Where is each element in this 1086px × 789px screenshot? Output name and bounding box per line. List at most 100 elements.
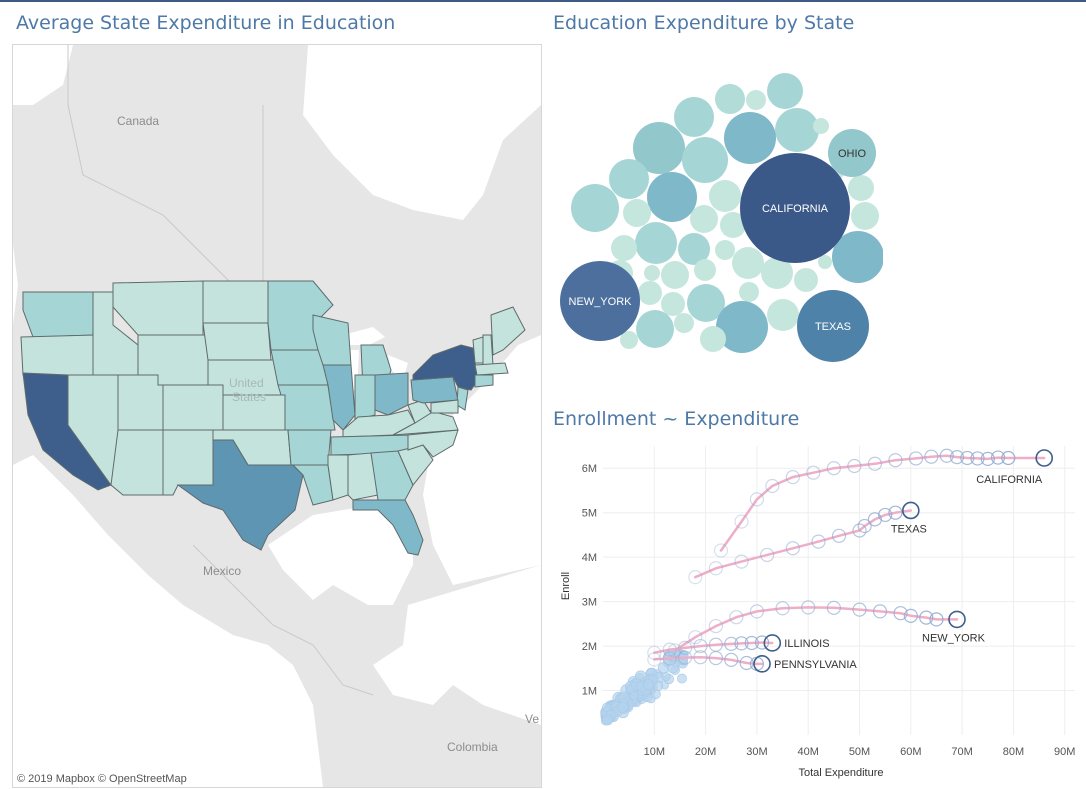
- state-year-point[interactable]: [677, 673, 687, 684]
- y-tick-label: 6M: [582, 463, 597, 475]
- state-bubble[interactable]: [674, 313, 694, 333]
- state-year-point[interactable]: [666, 661, 679, 674]
- state-bubble[interactable]: [746, 90, 766, 110]
- state-utah[interactable]: [117, 374, 164, 431]
- chart-grid: [603, 446, 1075, 735]
- state-arizona[interactable]: [110, 429, 164, 496]
- bubble-chart-title: Education Expenditure by State: [553, 12, 855, 34]
- x-axis-title: Total Expenditure: [799, 767, 884, 779]
- trend-line: [719, 454, 1046, 552]
- label-mexico: Mexico: [203, 564, 241, 578]
- x-tick-label: 50M: [849, 746, 870, 758]
- state-bubble[interactable]: [700, 326, 726, 352]
- state-bubble[interactable]: [690, 205, 718, 233]
- state-bubble[interactable]: [709, 180, 741, 212]
- state-bubble[interactable]: [674, 97, 714, 137]
- scatter-chart[interactable]: 10M 20M 30M 40M 50M 60M 70M 80M 90M 1M 2M 3M 4M 5M 6M…: [553, 440, 1083, 785]
- bubble-chart[interactable]: CALIFORNIA NEW_YORK TEXAS OHIO: [553, 60, 883, 370]
- state-pennsylvania[interactable]: [410, 376, 459, 404]
- series-label-illinois: ILLINOIS: [784, 638, 829, 650]
- state-bubble[interactable]: [635, 222, 677, 264]
- state-oregon[interactable]: [20, 334, 96, 376]
- state-bubble[interactable]: [571, 184, 619, 232]
- state-south-dakota[interactable]: [202, 322, 272, 361]
- state-year-point[interactable]: [643, 679, 655, 690]
- state-bubble[interactable]: [851, 202, 879, 230]
- state-bubble[interactable]: [636, 310, 674, 348]
- x-tick-label: 40M: [798, 746, 819, 758]
- state-bubble[interactable]: [813, 118, 829, 134]
- state-bubble[interactable]: [775, 108, 819, 152]
- label-colombia: Colombia: [447, 740, 498, 754]
- low-spend-cluster: [600, 648, 689, 726]
- state-connecticut[interactable]: [474, 374, 494, 388]
- ohio-label: OHIO: [838, 148, 867, 160]
- state-bubble[interactable]: [638, 281, 662, 305]
- state-colorado[interactable]: [162, 384, 224, 431]
- state-arkansas[interactable]: [287, 429, 332, 466]
- map-canvas: Canada United States Mexico Colombia Ve: [13, 45, 541, 787]
- new-york-label: NEW_YORK: [569, 296, 633, 308]
- y-axis: 1M 2M 3M 4M 5M 6M: [582, 463, 597, 697]
- state-bubble[interactable]: [644, 265, 660, 281]
- series-label-new-york: NEW_YORK: [922, 632, 986, 644]
- map-title: Average State Expenditure in Education: [16, 12, 396, 34]
- label-venezuela-partial: Ve: [525, 712, 539, 726]
- state-vermont[interactable]: [472, 336, 484, 364]
- label-canada: Canada: [117, 114, 159, 128]
- y-tick-label: 3M: [582, 597, 597, 609]
- state-bubble[interactable]: [715, 84, 745, 114]
- state-bubble[interactable]: [767, 73, 803, 109]
- bubble-texas[interactable]: TEXAS: [797, 290, 869, 362]
- state-washington[interactable]: [22, 291, 96, 338]
- bubble-california[interactable]: CALIFORNIA: [740, 153, 850, 263]
- state-bubble[interactable]: [739, 282, 759, 302]
- label-united-states-2: States: [232, 390, 266, 404]
- state-bubble[interactable]: [609, 159, 649, 199]
- y-tick-label: 4M: [582, 552, 597, 564]
- series-label-texas: TEXAS: [891, 523, 927, 535]
- series-label-pennsylvania: PENNSYLVANIA: [774, 659, 857, 671]
- state-north-dakota[interactable]: [202, 280, 269, 324]
- state-bubble[interactable]: [724, 112, 776, 164]
- state-year-point[interactable]: [617, 701, 629, 713]
- x-tick-label: 60M: [900, 746, 921, 758]
- state-year-point[interactable]: [629, 690, 639, 701]
- state-bubble[interactable]: [794, 268, 818, 292]
- state-bubble[interactable]: [767, 299, 799, 331]
- state-year-point[interactable]: [650, 689, 661, 700]
- state-bubble[interactable]: [732, 247, 764, 279]
- state-year-point[interactable]: [602, 714, 614, 726]
- state-indiana[interactable]: [354, 374, 376, 421]
- state-massachusetts[interactable]: [474, 362, 509, 376]
- state-bubble[interactable]: [715, 240, 735, 260]
- x-tick-label: 80M: [1003, 746, 1024, 758]
- state-bubble[interactable]: [694, 259, 716, 281]
- state-bubble[interactable]: [818, 255, 832, 269]
- y-tick-label: 2M: [582, 641, 597, 653]
- trend-line: [694, 509, 913, 579]
- state-new-hampshire[interactable]: [482, 334, 494, 366]
- choropleth-map[interactable]: Canada United States Mexico Colombia Ve …: [12, 44, 542, 788]
- state-bubble[interactable]: [661, 261, 689, 289]
- scatter-chart-title: Enrollment ~ Expenditure: [553, 408, 800, 430]
- state-bubble[interactable]: [647, 172, 697, 222]
- y-tick-label: 1M: [582, 686, 597, 698]
- series-label-california: CALIFORNIA: [976, 474, 1043, 486]
- top-border: [0, 0, 1086, 2]
- bubble-ohio[interactable]: OHIO: [828, 129, 876, 177]
- y-axis-title: Enroll: [560, 572, 572, 600]
- x-axis: 10M 20M 30M 40M 50M 60M 70M 80M 90M: [644, 746, 1076, 758]
- bubble-new-york[interactable]: NEW_YORK: [560, 261, 640, 341]
- state-bubble[interactable]: [661, 292, 685, 316]
- state-missouri[interactable]: [277, 384, 336, 431]
- map-attribution[interactable]: © 2019 Mapbox © OpenStreetMap: [17, 773, 187, 785]
- california-label: CALIFORNIA: [762, 203, 829, 215]
- x-tick-label: 70M: [951, 746, 972, 758]
- texas-label: TEXAS: [815, 321, 851, 333]
- state-bubble[interactable]: [682, 137, 728, 183]
- x-tick-label: 20M: [695, 746, 716, 758]
- state-bubble[interactable]: [848, 175, 874, 201]
- state-bubble[interactable]: [623, 199, 651, 227]
- state-bubble[interactable]: [611, 235, 637, 261]
